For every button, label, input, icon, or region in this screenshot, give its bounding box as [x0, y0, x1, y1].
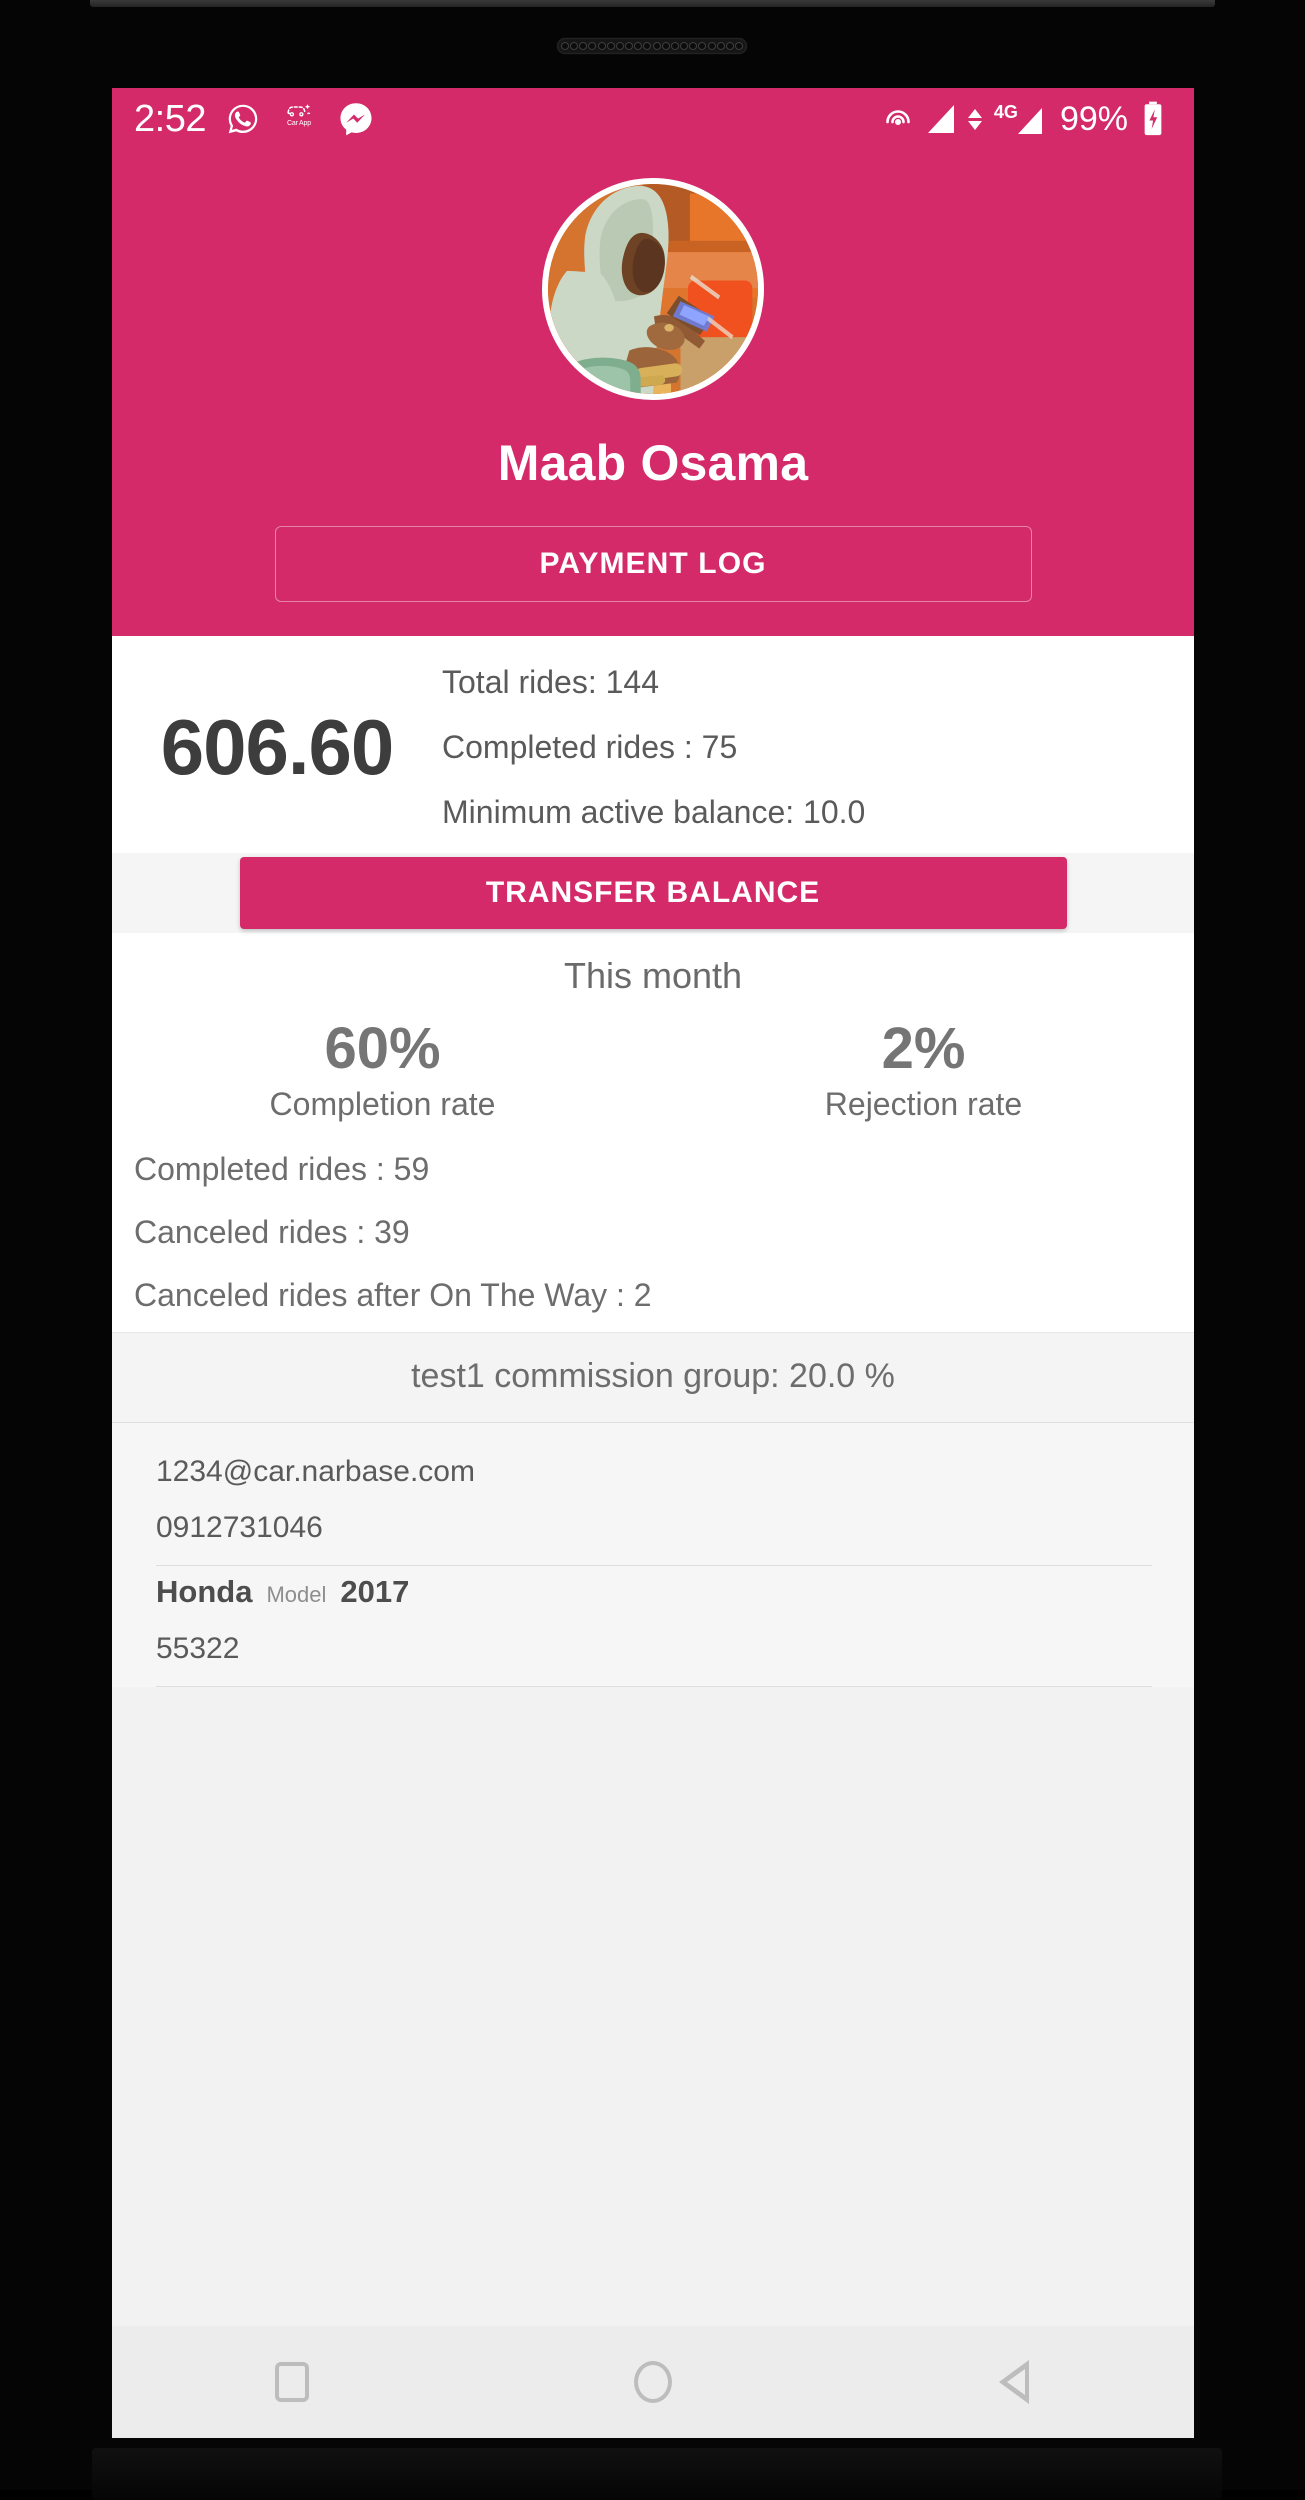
- device-top-edge: [90, 0, 1215, 7]
- balance-section: 606.60 Total rides: 144 Completed rides …: [112, 636, 1194, 853]
- completed-rides-stat: Completed rides : 75: [442, 729, 738, 765]
- month-stats-list: Completed rides : 59 Canceled rides : 39…: [112, 1151, 1194, 1314]
- hotspot-icon: [882, 103, 914, 135]
- back-icon: [998, 2360, 1029, 2404]
- android-navigation-bar: [112, 2326, 1194, 2438]
- page-title: Maab Osama: [497, 435, 809, 491]
- rejection-rate-block: 2% Rejection rate: [653, 1016, 1194, 1123]
- commission-group-text: test1 commission group: 20.0 %: [411, 1356, 895, 1395]
- earpiece-speaker-grille: [557, 38, 747, 54]
- completion-rate-block: 60% Completion rate: [112, 1016, 653, 1123]
- nav-recents-button[interactable]: [232, 2326, 352, 2438]
- divider-2: [156, 1685, 1152, 1687]
- this-month-title: This month: [563, 955, 743, 996]
- status-bar-right: 4G 99%: [882, 100, 1164, 139]
- email-row[interactable]: 1234@car.narbase.com: [156, 1447, 1152, 1503]
- plate-row[interactable]: 55322: [156, 1624, 1152, 1680]
- email-value: 1234@car.narbase.com: [156, 1454, 475, 1488]
- vehicle-make: Honda: [156, 1573, 253, 1609]
- messenger-icon: [338, 101, 374, 137]
- signal-icon: [927, 105, 954, 133]
- device-bottom-edge: [92, 2448, 1222, 2500]
- completion-rate-label: Completion rate: [269, 1085, 496, 1122]
- commission-group-band: test1 commission group: 20.0 %: [112, 1331, 1194, 1423]
- nav-home-button[interactable]: [593, 2326, 713, 2438]
- details-section: 1234@car.narbase.com 0912731046 Honda Mo…: [112, 1422, 1194, 1687]
- month-canceled-after-otw-stat: Canceled rides after On The Way : 2: [134, 1276, 652, 1313]
- car-app-label: Car App: [287, 120, 311, 127]
- vehicle-model-label: Model: [266, 1581, 327, 1607]
- phone-device-frame: 2:52 Car App 4G 99% Maab Osama PAYMENT L…: [0, 0, 1305, 2500]
- nav-back-button[interactable]: [954, 2326, 1074, 2438]
- minimum-active-balance-stat: Minimum active balance: 10.0: [442, 794, 866, 830]
- car-app-icon: Car App: [280, 102, 318, 136]
- phone-row[interactable]: 0912731046: [156, 1503, 1152, 1559]
- payment-log-button[interactable]: PAYMENT LOG: [274, 526, 1032, 602]
- month-completed-rides-stat: Completed rides : 59: [134, 1150, 430, 1187]
- recents-icon: [275, 2362, 310, 2402]
- this-month-section: This month 60% Completion rate 2% Reject…: [112, 933, 1194, 1332]
- vehicle-row[interactable]: Honda Model 2017: [156, 1566, 1152, 1624]
- status-clock: 2:52: [134, 98, 206, 140]
- transfer-balance-button[interactable]: TRANSFER BALANCE: [239, 857, 1067, 929]
- profile-header: Maab Osama PAYMENT LOG: [112, 150, 1194, 636]
- phone-screen: 2:52 Car App 4G 99% Maab Osama PAYMENT L…: [112, 88, 1194, 2438]
- vehicle-line: Honda Model 2017: [156, 1574, 1152, 1610]
- rejection-rate-label: Rejection rate: [824, 1085, 1023, 1122]
- home-icon: [633, 2361, 672, 2403]
- rejection-rate-value: 2%: [881, 1016, 966, 1081]
- avatar[interactable]: [542, 178, 764, 400]
- completion-rate-value: 60%: [324, 1016, 441, 1081]
- plate-number-value: 55322: [156, 1631, 240, 1665]
- battery-charging-icon: [1142, 101, 1164, 137]
- balance-stats-list: Total rides: 144 Completed rides : 75 Mi…: [442, 664, 865, 831]
- status-bar: 2:52 Car App 4G 99%: [112, 88, 1194, 150]
- month-canceled-rides-stat: Canceled rides : 39: [134, 1213, 410, 1250]
- total-rides-stat: Total rides: 144: [442, 664, 660, 700]
- vehicle-year: 2017: [340, 1573, 410, 1609]
- data-transfer-icon: [967, 108, 982, 130]
- whatsapp-icon: [226, 102, 260, 136]
- signal-icon-2: [1017, 108, 1042, 134]
- phone-value: 0912731046: [156, 1510, 323, 1544]
- transfer-balance-row: TRANSFER BALANCE: [112, 853, 1194, 933]
- balance-amount: 606.60: [160, 703, 395, 791]
- status-bar-left: 2:52 Car App: [134, 100, 374, 138]
- network-type-label: 4G: [993, 102, 1018, 122]
- battery-percent-label: 99%: [1059, 99, 1128, 138]
- rates-row: 60% Completion rate 2% Rejection rate: [112, 1016, 1194, 1123]
